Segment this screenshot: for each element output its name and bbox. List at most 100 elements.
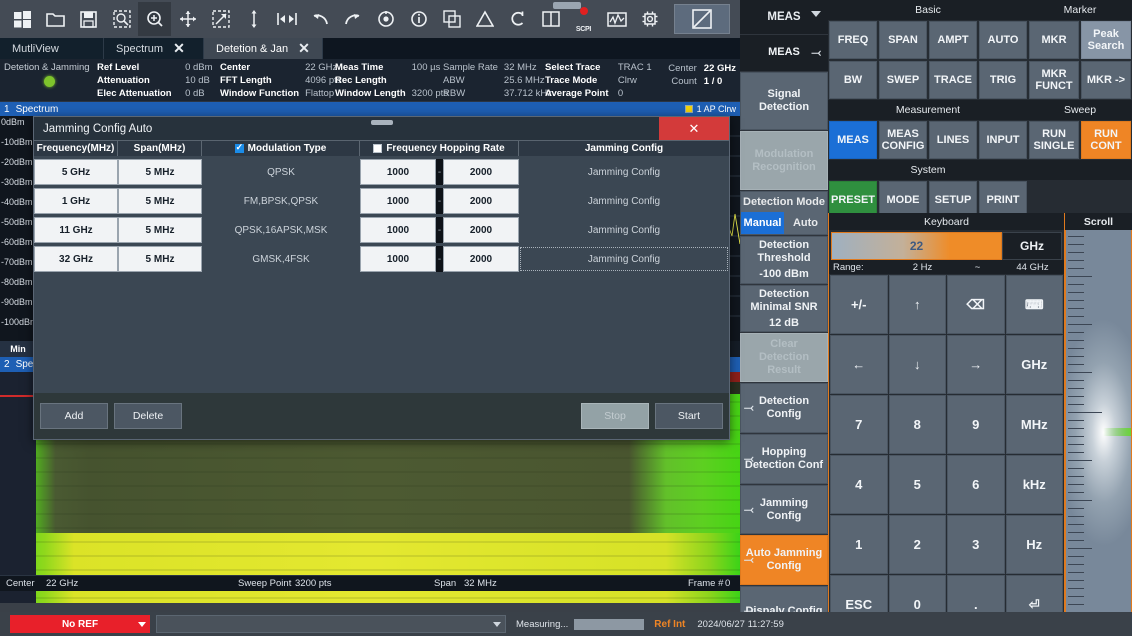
arrow-up-icon[interactable]: ↑ xyxy=(888,275,946,334)
arrow-left-icon[interactable]: ← xyxy=(830,335,888,394)
column-header-hopping-rate[interactable]: Frequency Hopping Rate xyxy=(360,141,519,156)
column-header-span[interactable]: Span(MHz) xyxy=(118,141,202,156)
unit-display[interactable]: GHz xyxy=(1002,232,1062,260)
softkey-auto[interactable]: AUTO xyxy=(979,21,1027,59)
cell-span[interactable]: 5 MHz xyxy=(118,159,202,185)
tab-detection-jamming[interactable]: Detetion & Jan ✕ xyxy=(204,38,323,59)
table-row[interactable]: 11 GHz 5 MHz QPSK,16APSK,MSK 1000 - 2000… xyxy=(34,217,729,243)
zoom-in-icon[interactable] xyxy=(138,2,171,36)
cell-modulation[interactable]: GMSK,4FSK xyxy=(202,246,360,272)
dialog-titlebar[interactable]: Jamming Config Auto ✕ xyxy=(34,117,729,140)
horizontal-scale-icon[interactable] xyxy=(270,2,303,36)
table-row[interactable]: 32 GHz 5 MHz GMSK,4FSK 1000 - 2000 Jammi… xyxy=(34,246,729,272)
undo-icon[interactable] xyxy=(303,2,336,36)
softkey-trig[interactable]: TRIG xyxy=(979,61,1027,99)
status-badge[interactable]: No REF xyxy=(10,615,150,633)
detection-snr-field[interactable]: Detection Minimal SNR 12 dB xyxy=(740,284,828,333)
cell-hop-min[interactable]: 1000 xyxy=(360,246,436,272)
cell-span[interactable]: 5 MHz xyxy=(118,246,202,272)
key-1[interactable]: 1 xyxy=(830,515,888,574)
cell-jamming-config[interactable]: Jamming Config xyxy=(519,188,729,214)
cell-modulation[interactable]: QPSK,16APSK,MSK xyxy=(202,217,360,243)
key-2[interactable]: 2 xyxy=(888,515,946,574)
delete-button[interactable]: Delete xyxy=(114,403,182,429)
sidebar-item-signal-detection[interactable]: Signal Detection xyxy=(740,71,828,131)
side-menu-header[interactable]: MEAS xyxy=(740,0,828,34)
softkey-peak-search[interactable]: Peak Search xyxy=(1081,21,1131,59)
jamming-config-dialog[interactable]: Jamming Config Auto ✕ Frequency(MHz) Spa… xyxy=(33,116,730,440)
scpi-icon[interactable]: SCPI xyxy=(567,2,600,36)
manual-icon[interactable] xyxy=(534,2,567,36)
softkey-swep[interactable]: SWEP xyxy=(879,61,927,99)
vertical-scale-icon[interactable] xyxy=(237,2,270,36)
key-6[interactable]: 6 xyxy=(947,455,1005,514)
arrow-right-icon[interactable]: → xyxy=(947,335,1005,394)
cell-hop-min[interactable]: 1000 xyxy=(360,159,436,185)
softkey-meas-config[interactable]: MEAS CONFIG xyxy=(879,121,927,159)
detection-mode-auto[interactable]: Auto xyxy=(784,212,827,234)
resize-icon[interactable] xyxy=(204,2,237,36)
detection-mode-selector[interactable]: Detection Mode Manual Auto xyxy=(740,191,828,235)
table-row[interactable]: 5 GHz 5 MHz QPSK 1000 - 2000 Jamming Con… xyxy=(34,159,729,185)
softkey-freq[interactable]: FREQ xyxy=(829,21,877,59)
cell-span[interactable]: 5 MHz xyxy=(118,217,202,243)
cell-frequency[interactable]: 5 GHz xyxy=(34,159,118,185)
sidebar-item-auto-jamming-config[interactable]: ⤙ Auto Jamming Config xyxy=(740,535,828,586)
cell-hop-min[interactable]: 1000 xyxy=(360,188,436,214)
cell-jamming-config[interactable]: Jamming Config xyxy=(519,159,729,185)
softkey-span[interactable]: SPAN xyxy=(879,21,927,59)
spectrum-window-title[interactable]: 1 Spectrum 1 AP Clrw xyxy=(0,102,740,116)
windows-icon[interactable] xyxy=(6,2,39,36)
key-unit-mhz[interactable]: MHz xyxy=(1005,395,1063,454)
stop-button[interactable]: Stop xyxy=(581,403,649,429)
info-icon[interactable] xyxy=(402,2,435,36)
key-8[interactable]: 8 xyxy=(888,395,946,454)
softkey-meas[interactable]: MEAS xyxy=(829,121,877,159)
sidebar-item-jamming-config[interactable]: ⤙ Jamming Config xyxy=(740,484,828,535)
value-input[interactable]: 22 xyxy=(831,232,1002,260)
cell-frequency[interactable]: 11 GHz xyxy=(34,217,118,243)
record-icon[interactable] xyxy=(369,2,402,36)
copy-icon[interactable] xyxy=(435,2,468,36)
cell-jamming-config[interactable]: Jamming Config xyxy=(519,217,729,243)
cell-jamming-config[interactable]: Jamming Config xyxy=(519,246,729,272)
add-button[interactable]: Add xyxy=(40,403,108,429)
key-unit-khz[interactable]: kHz xyxy=(1005,455,1063,514)
softkey-run-single[interactable]: RUN SINGLE xyxy=(1029,121,1079,159)
screenshot-icon[interactable] xyxy=(674,4,730,34)
start-button[interactable]: Start xyxy=(655,403,723,429)
column-header-frequency[interactable]: Frequency(MHz) xyxy=(34,141,118,156)
close-icon[interactable]: ✕ xyxy=(659,117,729,140)
column-header-modulation[interactable]: Modulation Type xyxy=(202,141,360,156)
scroll-ruler[interactable] xyxy=(1065,230,1132,636)
keyboard-icon[interactable]: ⌨ xyxy=(1005,275,1063,334)
cell-hop-max[interactable]: 2000 xyxy=(443,246,519,272)
close-icon[interactable]: ✕ xyxy=(298,40,310,57)
trace-icon[interactable] xyxy=(600,2,633,36)
settings-icon[interactable] xyxy=(633,2,666,36)
key-7[interactable]: 7 xyxy=(830,395,888,454)
chevron-down-icon[interactable] xyxy=(493,622,501,627)
cell-frequency[interactable]: 32 GHz xyxy=(34,246,118,272)
detection-threshold-field[interactable]: Detection Threshold -100 dBm xyxy=(740,235,828,284)
cell-hop-max[interactable]: 2000 xyxy=(443,217,519,243)
column-header-jamming-config[interactable]: Jamming Config xyxy=(519,141,729,156)
hopping-rate-checkbox[interactable] xyxy=(373,144,383,153)
key-4[interactable]: 4 xyxy=(830,455,888,514)
sidebar-item-hopping-detection-conf[interactable]: ⤙ Hopping Detection Conf xyxy=(740,433,828,484)
dialog-drag-handle[interactable] xyxy=(370,120,393,125)
cell-frequency[interactable]: 1 GHz xyxy=(34,188,118,214)
softkey-trace[interactable]: TRACE xyxy=(929,61,977,99)
softkey-input[interactable]: INPUT xyxy=(979,121,1027,159)
sidebar-item-detection-config[interactable]: ⤙ Detection Config xyxy=(740,383,828,433)
redo-icon[interactable] xyxy=(336,2,369,36)
key-3[interactable]: 3 xyxy=(947,515,1005,574)
key-5[interactable]: 5 xyxy=(888,455,946,514)
backspace-icon[interactable]: ⌫ xyxy=(947,275,1005,334)
softkey-lines[interactable]: LINES xyxy=(929,121,977,159)
softkey-run-cont[interactable]: RUN CONT xyxy=(1081,121,1131,159)
sidebar-item-meas[interactable]: MEAS ⤙ xyxy=(740,34,828,71)
refresh-icon[interactable] xyxy=(501,2,534,36)
softkey-mkr-to[interactable]: MKR -> xyxy=(1081,61,1131,99)
detection-mode-manual[interactable]: Manual xyxy=(741,212,784,234)
